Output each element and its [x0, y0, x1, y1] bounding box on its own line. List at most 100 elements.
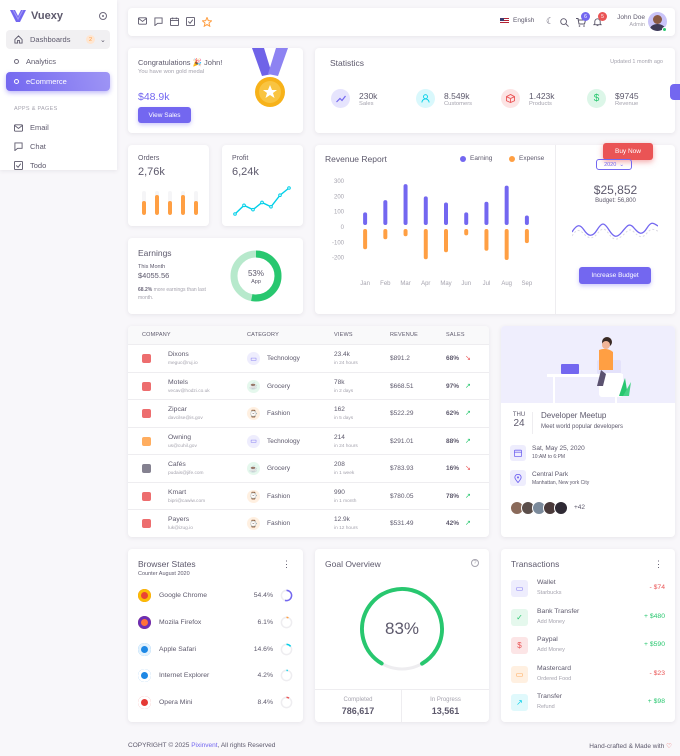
goal-overview-card: Goal Overview ? 83% Completed 786,617 In… — [315, 549, 489, 722]
expense-bar — [464, 229, 469, 236]
revenue-value: $291.01 — [390, 437, 414, 445]
table-row[interactable]: Owning us@cuhil.gov ▭ Technology 214 in 24 ho… — [128, 426, 489, 455]
transaction-amount: - $23 — [649, 669, 666, 677]
dashboards-badge: 2 — [86, 35, 95, 44]
transaction-row[interactable]: ▭ Wallet Starbucks - $74 — [501, 577, 675, 605]
transaction-name: Paypal — [537, 636, 558, 643]
table-row[interactable]: Zipcar davcilse@is.gov ⌚ Fashion 162 in 5 day… — [128, 399, 489, 427]
earning-bar — [524, 215, 529, 225]
collapse-toggle-icon[interactable] — [99, 12, 107, 20]
profit-point — [260, 200, 264, 205]
x-tick-label: Sep — [522, 281, 533, 287]
earnings-card: Earnings This Month $4055.56 68.2% more … — [128, 238, 303, 314]
stat-value: $9745 — [615, 90, 639, 101]
statistics-title: Statistics — [330, 58, 365, 68]
footer-brand-link[interactable]: Pixinvent — [191, 742, 217, 749]
orders-bars — [142, 191, 198, 215]
watch-icon: ⌚ — [247, 407, 260, 420]
x-tick-label: Jan — [360, 281, 370, 287]
table-row[interactable]: Payers luk@izug.io ⌚ Fashion 12.9k in 12 hour… — [128, 509, 489, 537]
category-label: Grocery — [267, 465, 291, 472]
transactions-card: Transactions ⋮ ▭ Wallet Starbucks - $74 ✓ Ban… — [501, 549, 675, 722]
x-tick-label: Mar — [400, 281, 410, 287]
attendees — [510, 501, 568, 515]
sales-value: 16% — [446, 465, 460, 472]
sidebar-item-todo[interactable]: Todo — [6, 156, 110, 175]
dollar-icon: $ — [587, 89, 606, 108]
table-row[interactable]: Kmart bipri@cawiw.com ⌚ Fashion 990 in 1 mont… — [128, 481, 489, 510]
meetup-date: 24 — [513, 418, 525, 429]
browser-name: Opera Mini — [159, 699, 193, 707]
coffee-icon: ☕ — [247, 462, 260, 475]
sidebar-item-label: eCommerce — [26, 77, 67, 86]
buy-now-button[interactable]: Buy Now — [603, 143, 653, 160]
transaction-row[interactable]: $ Paypal Add Money + $590 — [501, 634, 675, 662]
firefox-icon — [138, 615, 151, 629]
sidebar: Vuexy Dashboards 2 ⌄ Analytics eCommerce… — [0, 0, 117, 170]
x-tick-label: Jun — [461, 281, 471, 287]
chat-icon[interactable] — [154, 17, 163, 26]
browser-row: Google Chrome 54.4% — [128, 585, 303, 611]
meetup-date-block: THU 24 — [510, 412, 528, 429]
more-vertical-icon[interactable]: ⋮ — [282, 560, 291, 568]
checkbox-icon[interactable] — [186, 17, 195, 26]
y-tick-label: 0 — [341, 225, 345, 231]
order-bar — [155, 191, 159, 215]
star-icon[interactable] — [202, 17, 212, 27]
table-row[interactable]: Cafés pudais@jife.com ☕ Grocery 208 in 1 week… — [128, 454, 489, 482]
footer: COPYRIGHT © 2025 Pixinvent, All rights R… — [128, 742, 675, 750]
transaction-row[interactable]: ✓ Bank Transfer Add Money + $480 — [501, 606, 675, 634]
gold-medal-icon — [252, 48, 288, 107]
company-table-card: COMPANY CATEGORY VIEWS REVENUE SALES Dix… — [128, 326, 489, 537]
language-selector[interactable]: English — [500, 17, 534, 24]
trending-up-icon: ↗ — [465, 437, 471, 445]
sidebar-item-analytics[interactable]: Analytics — [6, 52, 110, 71]
brand-name: Vuexy — [31, 10, 64, 22]
help-circle-icon[interactable]: ? — [471, 559, 479, 567]
more-vertical-icon[interactable]: ⋮ — [654, 560, 663, 568]
calendar-icon[interactable] — [170, 17, 179, 26]
mail-icon[interactable] — [138, 17, 147, 25]
table-row[interactable]: Motels vecav@hodzi.co.uk ☕ Grocery 78k in 2 d… — [128, 371, 489, 400]
legend-earning: Earning — [460, 155, 492, 162]
search-icon[interactable] — [560, 18, 569, 27]
stat-label: Customers — [444, 100, 473, 107]
moon-icon[interactable]: ☾ — [546, 16, 554, 27]
views-value: 214 — [334, 433, 345, 441]
brand[interactable]: Vuexy — [10, 10, 63, 22]
congrats-subtitle: You have won gold medal — [138, 69, 205, 75]
coffee-icon: ☕ — [247, 379, 260, 393]
year-select[interactable]: 2020 ⌄ — [596, 159, 632, 170]
browser-row: Apple Safari 14.6% — [128, 639, 303, 665]
customizer-toggle-icon[interactable] — [670, 84, 680, 100]
increase-budget-button[interactable]: Increase Budget — [579, 267, 651, 284]
sidebar-item-dashboards[interactable]: Dashboards 2 ⌄ — [6, 30, 110, 49]
views-value: 23.4k — [334, 351, 350, 358]
profit-point — [251, 207, 255, 212]
browser-progress-ring — [280, 589, 293, 602]
revenue-bar-chart: 300 200 100 0 -100 -200 Jan Feb Mar Apr May Jun Jul A… — [332, 179, 533, 287]
transaction-row[interactable]: ▭ Mastercard Ordered Food - $23 — [501, 663, 675, 691]
table-row[interactable]: Dixons meguc@ruj.io ▭ Technology 23.4k in 24 … — [128, 344, 489, 372]
meetup-time: 10:AM to 6:PM — [532, 454, 566, 460]
browser-name: Internet Explorer — [159, 672, 210, 680]
legend-dot — [509, 155, 515, 162]
revenue-value: $522.29 — [390, 410, 414, 417]
goal-divider — [315, 689, 489, 690]
sidebar-item-chat[interactable]: Chat — [6, 137, 110, 156]
transaction-row[interactable]: ↗ Transfer Refund + $98 — [501, 691, 675, 719]
view-sales-button[interactable]: View Sales — [138, 107, 191, 123]
goal-progress: 13,561 — [431, 706, 460, 716]
check-icon: ✓ — [511, 608, 528, 626]
chevron-down-icon: ⌄ — [619, 161, 624, 168]
sidebar-item-email[interactable]: Email — [6, 118, 110, 137]
company-name: Zipcar — [168, 406, 187, 413]
company-name: Cafés — [168, 461, 186, 468]
monitor-icon: ▭ — [247, 434, 260, 448]
browser-progress-ring — [280, 616, 293, 629]
sidebar-item-ecommerce[interactable]: eCommerce — [6, 72, 110, 91]
views-value: 12.9k — [334, 516, 350, 523]
user-name: John Doe — [617, 14, 645, 21]
order-bar — [168, 191, 172, 215]
avatar[interactable] — [554, 501, 568, 515]
